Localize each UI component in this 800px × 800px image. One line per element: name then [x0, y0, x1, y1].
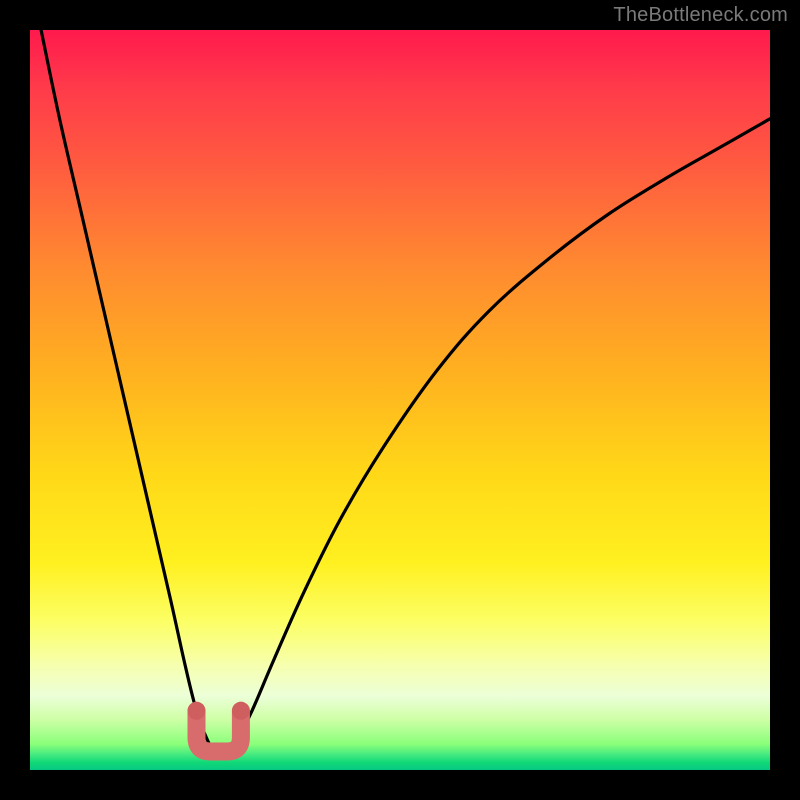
site-watermark: TheBottleneck.com: [613, 4, 788, 27]
plot-area: [30, 30, 770, 770]
optimal-marker-dot-right: [232, 702, 250, 720]
optimal-marker: [197, 711, 241, 752]
optimal-marker-dot-left: [188, 702, 206, 720]
curve-layer: [30, 30, 770, 770]
chart-frame: TheBottleneck.com: [0, 0, 800, 800]
bottleneck-curve: [41, 30, 770, 752]
